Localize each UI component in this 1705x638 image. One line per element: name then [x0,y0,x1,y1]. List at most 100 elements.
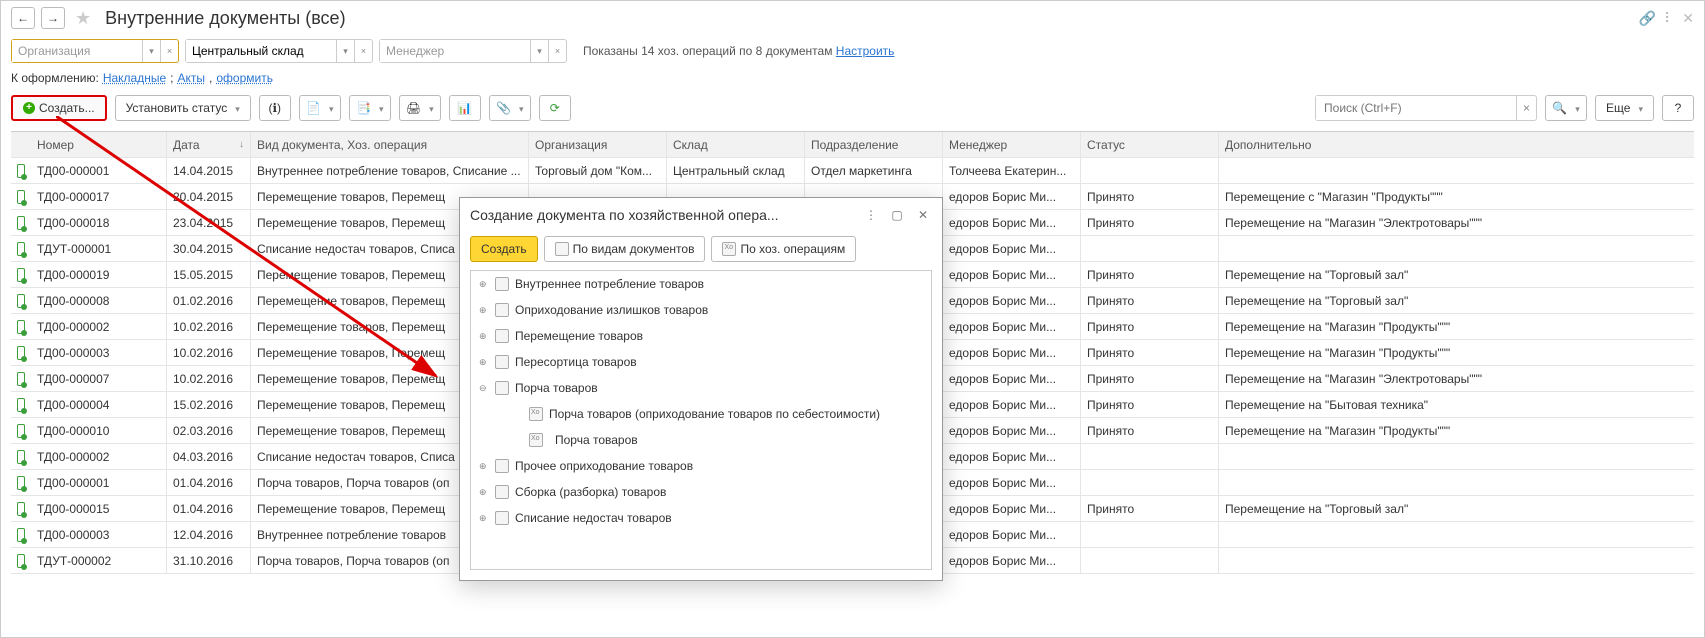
print-button[interactable]: 🖨 [399,95,441,121]
clear-icon[interactable]: × [160,40,178,62]
expand-icon[interactable]: ⊕ [479,487,489,498]
col-status[interactable]: Статус [1081,132,1219,157]
col-date[interactable]: Дата↓ [167,132,251,157]
operation-icon [529,407,543,421]
report-button[interactable]: 📊 [449,95,481,121]
folder-icon [495,303,509,317]
tree-group[interactable]: ⊕ Списание недостач товаров [471,505,931,531]
edk-button[interactable]: 📑 [349,95,391,121]
nav-forward-button[interactable]: → [41,7,65,29]
favorite-icon[interactable]: ★ [75,8,91,29]
document-icon [17,320,25,334]
nav-back-button[interactable]: ← [11,7,35,29]
search-input[interactable] [1316,96,1516,120]
document-icon [17,190,25,204]
tree-group[interactable]: ⊕Оприходование излишков товаров [471,297,931,323]
tree-group[interactable]: ⊕Внутреннее потребление товаров [471,271,931,297]
col-department[interactable]: Подразделение [805,132,943,157]
col-org[interactable]: Организация [529,132,667,157]
expand-icon[interactable]: ⊕ [479,513,489,524]
col-warehouse[interactable]: Склад [667,132,805,157]
dialog-close-icon[interactable]: ✕ [914,206,932,224]
org-filter-combo[interactable]: ▾ × [11,39,179,63]
folder-icon [495,329,509,343]
link-icon[interactable]: 🔗 [1639,10,1656,27]
document-icon [17,502,25,516]
tree-leaf[interactable]: Порча товаров [471,427,931,453]
refresh-button[interactable]: ⟳ [539,95,571,121]
tree-item-label: Сборка (разборка) товаров [515,485,666,499]
attach-button[interactable]: 📎 [489,95,531,121]
dialog-title: Создание документа по хозяйственной опер… [470,207,854,223]
drafts-acts-link[interactable]: Акты [177,71,205,85]
more-button[interactable]: Еще [1595,95,1654,121]
dialog-maximize-icon[interactable]: ▢ [888,206,906,224]
by-operation-button[interactable]: По хоз. операциям [711,236,856,262]
folder-icon [495,381,509,395]
col-number[interactable]: Номер [31,132,167,157]
configure-link[interactable]: Настроить [836,44,895,58]
expand-icon[interactable]: ⊕ [479,279,489,290]
expand-icon[interactable]: ⊕ [479,461,489,472]
folder-icon [495,511,509,525]
folder-icon [495,355,509,369]
folder-icon [495,459,509,473]
tree-group[interactable]: ⊕ Прочее оприходование товаров [471,453,931,479]
document-icon [17,372,25,386]
tree-item-label: Прочее оприходование товаров [515,459,693,473]
dialog-menu-icon[interactable]: ⋮ [862,206,880,224]
document-icon [17,242,25,256]
drafts-label: К оформлению: [11,71,99,85]
table-row[interactable]: ТД00-000001 14.04.2015 Внутреннее потреб… [11,158,1694,184]
tree-item-label: Перемещение товаров [515,329,643,343]
collapse-icon[interactable]: ⊖ [479,383,489,394]
drafts-process-link[interactable]: оформить [216,71,273,85]
document-icon [17,476,25,490]
clear-search-icon[interactable]: × [1516,96,1536,120]
document-icon [17,164,25,178]
manager-filter-input[interactable] [380,40,530,62]
tree-item-label: Порча товаров [549,431,644,449]
dialog-create-button[interactable]: Создать [470,236,538,262]
tree-leaf[interactable]: Порча товаров (оприходование товаров по … [471,401,931,427]
tree-group[interactable]: ⊖Порча товаров [471,375,931,401]
col-manager[interactable]: Менеджер [943,132,1081,157]
search-button[interactable]: 🔍 [1545,95,1587,121]
sklad-filter-input[interactable] [186,40,336,62]
tree-group[interactable]: ⊕Пересортица товаров [471,349,931,375]
tree-item-label: Списание недостач товаров [515,511,672,525]
clear-icon[interactable]: × [354,40,372,62]
org-filter-input[interactable] [12,40,142,62]
expand-icon[interactable]: ⊕ [479,305,489,316]
dropdown-icon[interactable]: ▾ [530,40,548,62]
document-icon [17,216,25,230]
dropdown-icon[interactable]: ▾ [142,40,160,62]
clear-icon[interactable]: × [548,40,566,62]
document-icon [17,346,25,360]
tree-group[interactable]: ⊕ Сборка (разборка) товаров [471,479,931,505]
create-button[interactable]: + Создать... [11,95,107,121]
pin-icon[interactable]: ⠇ [1664,10,1674,27]
operation-icon [722,242,736,256]
page-title: Внутренние документы (все) [105,8,345,29]
col-extra[interactable]: Дополнительно [1219,132,1694,157]
sklad-filter-combo[interactable]: ▾ × [185,39,373,63]
copy-doc-button[interactable]: 📄 [299,95,341,121]
set-status-button[interactable]: Установить статус [115,95,251,121]
dropdown-icon[interactable]: ▾ [336,40,354,62]
expand-icon[interactable]: ⊕ [479,331,489,342]
tree-item-label: Порча товаров (оприходование товаров по … [549,407,880,421]
by-doctype-button[interactable]: По видам документов [544,236,706,262]
manager-filter-combo[interactable]: ▾ × [379,39,567,63]
filter-summary: Показаны 14 хоз. операций по 8 документа… [583,44,894,58]
document-icon [17,398,25,412]
col-doctype[interactable]: Вид документа, Хоз. операция [251,132,529,157]
info-button[interactable]: (ℹ) [259,95,291,121]
close-icon[interactable]: ✕ [1682,10,1694,27]
document-icon [17,554,25,568]
help-button[interactable]: ? [1662,95,1694,121]
drafts-invoices-link[interactable]: Накладные [103,71,166,85]
expand-icon[interactable]: ⊕ [479,357,489,368]
tree-group[interactable]: ⊕ Перемещение товаров [471,323,931,349]
doc-icon [555,242,569,256]
